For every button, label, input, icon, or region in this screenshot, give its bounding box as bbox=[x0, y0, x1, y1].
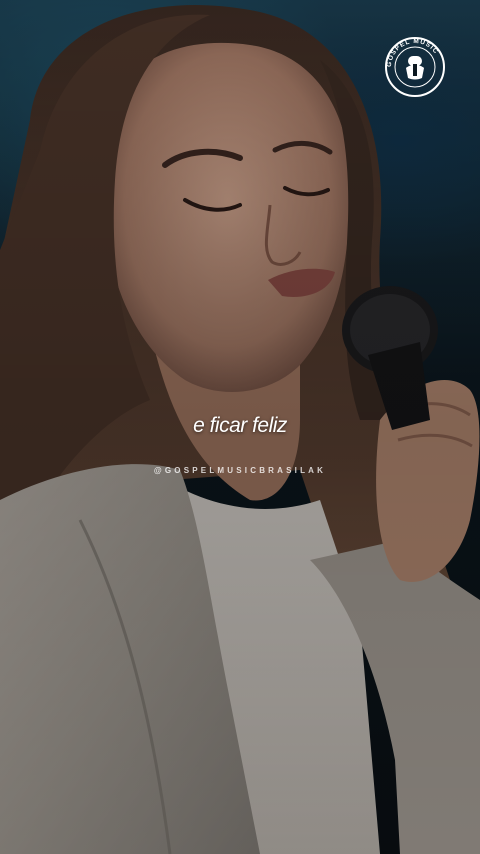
gospel-music-logo: GOSPEL MUSIC bbox=[384, 36, 446, 98]
watermark-handle: @GOSPELMUSICBRASILAK bbox=[153, 466, 327, 475]
lyric-caption: e ficar feliz bbox=[193, 414, 287, 437]
microphone-hand-icon bbox=[406, 56, 424, 80]
video-frame: GOSPEL MUSIC e ficar feliz @GOSPELMUSICB… bbox=[0, 0, 480, 854]
